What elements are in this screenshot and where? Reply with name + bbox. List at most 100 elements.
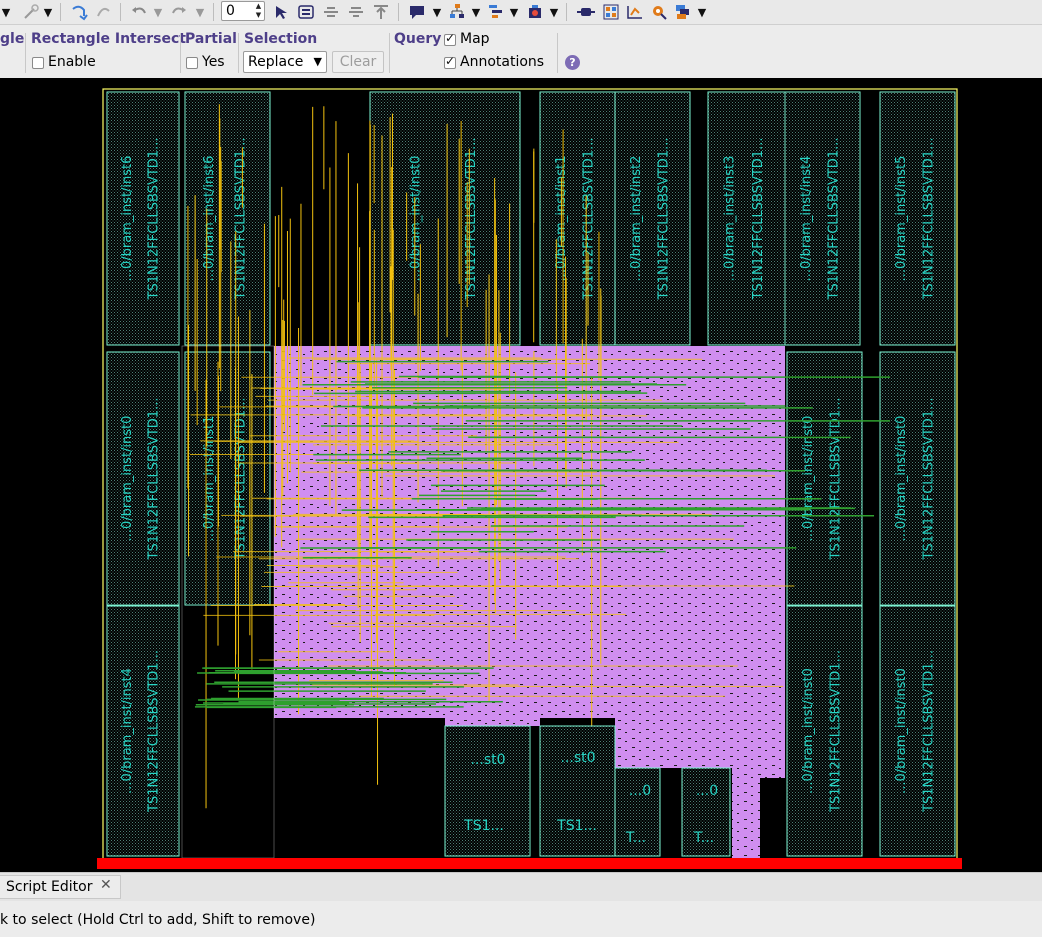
group-separator <box>180 33 181 73</box>
bram-type-label: TS1N12FFCLLSBSVTD1... <box>657 138 672 301</box>
query-annotations-label: Annotations <box>460 54 545 70</box>
script-editor-tab-label: Script Editor <box>6 879 93 895</box>
bram-instance-label: ...0/bram_inst/inst4 <box>120 668 135 794</box>
dropdown-caret[interactable]: ▼ <box>194 2 206 22</box>
wand-back-icon[interactable] <box>68 2 90 22</box>
clear-button[interactable]: Clear <box>332 51 384 73</box>
bottom-red-bar <box>97 858 962 869</box>
partial-yes-checkbox[interactable] <box>186 57 198 69</box>
selection-options-bar: gle Rectangle Intersect Enable Partial Y… <box>0 25 1042 77</box>
toolbar-separator <box>398 3 399 21</box>
bram-cell: ...0/bram_inst/inst3 TS1N12FFCLLSBSVTD1..… <box>707 91 786 346</box>
align-center-icon[interactable] <box>320 2 342 22</box>
zoom-spinner[interactable]: 0 ▲ ▼ <box>221 1 265 21</box>
dropdown-caret[interactable]: ▼ <box>508 2 520 22</box>
chip-layout-view[interactable]: ...0/bram_inst/inst6 TS1N12FFCLLSBSVTD1..… <box>0 78 1042 872</box>
query-map-label: Map <box>460 31 490 47</box>
cursor-icon[interactable] <box>270 2 292 22</box>
wand-forward-icon[interactable] <box>92 2 114 22</box>
small-cell-label: ...0 <box>696 783 718 799</box>
group-separator <box>557 33 558 73</box>
bram-cell: ...0/bram_inst/inst4 TS1N12FFCLLSBSVTD1..… <box>784 91 861 346</box>
dropdown-caret[interactable]: ▼ <box>152 2 164 22</box>
dropdown-caret[interactable]: ▼ <box>696 2 708 22</box>
grid-tree-icon[interactable] <box>485 2 507 22</box>
small-cell-label: ...st0 <box>560 750 595 766</box>
small-cell-label: T... <box>625 830 646 846</box>
small-cell-label: TS1... <box>463 818 504 834</box>
bram-cell-box <box>786 605 863 857</box>
bottom-tab-bar: Script Editor ✕ <box>0 872 1042 901</box>
dropdown-caret[interactable]: ▼ <box>431 2 443 22</box>
bram-cell-box <box>879 351 956 606</box>
bram-cell-box <box>614 91 691 346</box>
status-bar: k to select (Hold Ctrl to add, Shift to … <box>0 901 1042 937</box>
layers-icon[interactable] <box>672 2 694 22</box>
bram-type-label: TS1N12FFCLLSBSVTD1... <box>922 138 937 301</box>
spinner-value: 0 <box>226 3 235 19</box>
bram-type-label: TS1N12FFCLLSBSVTD1... <box>827 138 842 301</box>
small-cell-label: T... <box>693 830 714 846</box>
script-editor-tab[interactable]: Script Editor ✕ <box>0 875 121 899</box>
selection-mode-value: Replace <box>248 54 304 70</box>
wand-icon[interactable] <box>20 2 42 22</box>
camera-icon[interactable] <box>295 2 317 22</box>
small-cell-label: ...0 <box>629 783 651 799</box>
search-marker-icon[interactable] <box>648 2 670 22</box>
partial-title: Partial <box>185 31 237 47</box>
small-cell-box <box>539 725 616 857</box>
selection-mode-dropdown[interactable]: Replace ▼ <box>243 51 327 73</box>
bram-cell: ...0/bram_inst/inst0 TS1N12FFCLLSBSVTD1..… <box>786 605 863 857</box>
toolbar-separator <box>60 3 61 21</box>
bram-instance-label: ...0/bram_inst/inst4 <box>799 156 814 282</box>
query-title: Query <box>394 31 442 47</box>
bram-instance-label: ...0/bram_inst/inst0 <box>894 668 909 794</box>
group-separator <box>25 33 26 73</box>
rect-intersect-enable-checkbox[interactable] <box>32 57 44 69</box>
group-separator <box>238 33 239 73</box>
bram-instance-label: ...0/bram_inst/inst0 <box>894 416 909 542</box>
bram-cell: ...0/bram_inst/inst5 TS1N12FFCLLSBSVTD1..… <box>879 91 956 346</box>
schematic-icon[interactable] <box>600 2 622 22</box>
bram-cell-box <box>184 351 271 606</box>
group-separator <box>389 33 390 73</box>
bram-cell: ...0/bram_inst/inst0 TS1N12FFCLLSBSVTD1..… <box>106 351 180 606</box>
dropdown-caret[interactable]: ▼ <box>548 2 560 22</box>
bram-instance-label: ...0/bram_inst/inst0 <box>801 416 816 542</box>
help-icon[interactable]: ? <box>565 55 580 70</box>
package-icon[interactable] <box>524 2 546 22</box>
small-cell-label: TS1... <box>556 818 597 834</box>
rect-intersect-enable-label: Enable <box>48 54 96 70</box>
bram-cell-box <box>707 91 786 346</box>
chevron-down-icon: ▼ <box>313 55 322 68</box>
hierarchy-icon[interactable] <box>446 2 468 22</box>
bram-cell: ...0/bram_inst/inst0 TS1N12FFCLLSBSVTD1..… <box>879 351 956 606</box>
status-text: k to select (Hold Ctrl to add, Shift to … <box>0 912 316 928</box>
small-cell-box <box>444 725 531 857</box>
dropdown-caret[interactable]: ▼ <box>470 2 482 22</box>
small-cell-label: ...st0 <box>470 752 505 768</box>
align-top-icon[interactable] <box>370 2 392 22</box>
bram-instance-label: ...0/bram_inst/inst1 <box>202 416 217 542</box>
bram-cell: ...0/bram_inst/inst4 TS1N12FFCLLSBSVTD1..… <box>106 605 180 857</box>
bram-type-label: TS1N12FFCLLSBSVTD1... <box>829 650 844 813</box>
undo-icon[interactable] <box>128 2 150 22</box>
bram-instance-label: ...0/bram_inst/inst0 <box>409 156 424 282</box>
layout-canvas[interactable]: ...0/bram_inst/inst6 TS1N12FFCLLSBSVTD1..… <box>0 78 1042 872</box>
bram-cell-box <box>106 91 180 346</box>
query-map-checkbox[interactable] <box>444 31 456 46</box>
close-icon[interactable]: ✕ <box>100 877 112 893</box>
query-annotations-checkbox[interactable] <box>444 54 456 69</box>
chip-icon[interactable] <box>574 2 598 22</box>
align-middle-icon[interactable] <box>345 2 367 22</box>
bram-cell-box <box>539 91 616 346</box>
comment-icon[interactable] <box>405 2 429 22</box>
route-icon[interactable] <box>624 2 646 22</box>
bram-cell: ...0/bram_inst/inst2 TS1N12FFCLLSBSVTD1..… <box>614 91 691 346</box>
bram-cell-box <box>879 91 956 346</box>
spinner-arrows[interactable]: ▲ ▼ <box>254 2 263 20</box>
dropdown-caret[interactable]: ▼ <box>0 2 12 22</box>
redo-icon[interactable] <box>168 2 190 22</box>
dropdown-caret[interactable]: ▼ <box>42 2 54 22</box>
bram-type-label: TS1N12FFCLLSBSVTD1... <box>146 398 161 561</box>
